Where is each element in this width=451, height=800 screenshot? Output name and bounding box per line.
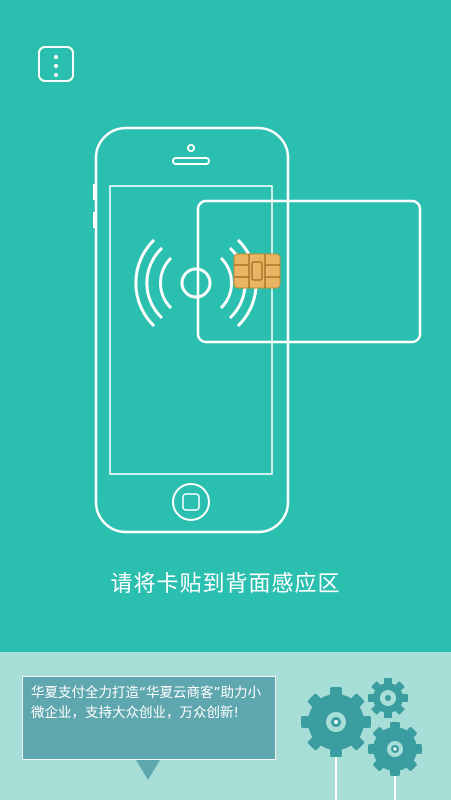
gear-icon	[368, 678, 408, 718]
promo-text: 华夏支付全力打造“华夏云商客”助力小微企业，支持大众创业，万众创新!	[31, 685, 261, 721]
bubble-tail	[136, 760, 160, 780]
promo-panel: 华夏支付全力打造“华夏云商客”助力小微企业，支持大众创业，万众创新!	[0, 652, 451, 800]
gears-decoration	[301, 678, 422, 800]
phone-icon	[93, 126, 290, 534]
nfc-illustration	[93, 126, 422, 534]
promo-bubble: 华夏支付全力打造“华夏云商客”助力小微企业，支持大众创业，万众创新!	[22, 676, 276, 760]
instruction-text: 请将卡贴到背面感应区	[110, 572, 341, 597]
chip-icon	[233, 253, 281, 289]
gear-icon	[301, 687, 371, 800]
gear-icon	[368, 722, 422, 800]
card-icon	[196, 199, 422, 344]
